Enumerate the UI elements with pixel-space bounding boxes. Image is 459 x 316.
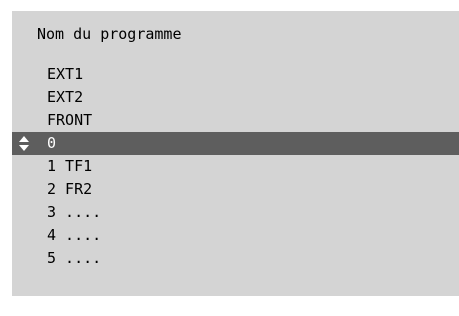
osd-menu-panel: Nom du programme EXT1 EXT2 FRONT 0 1 TF1… [12, 11, 459, 296]
program-item-label: 5 .... [47, 249, 102, 267]
program-item-label: 1 TF1 [47, 157, 93, 175]
menu-title: Nom du programme [37, 25, 182, 43]
program-item-4[interactable]: 4 .... [12, 224, 459, 247]
program-item-label: 2 FR2 [47, 180, 93, 198]
program-item-1[interactable]: 1 TF1 [12, 155, 459, 178]
program-item-2[interactable]: 2 FR2 [12, 178, 459, 201]
program-item-label: 3 .... [47, 203, 102, 221]
program-item-ext1[interactable]: EXT1 [12, 63, 459, 86]
program-item-front[interactable]: FRONT [12, 109, 459, 132]
program-item-label: 0 [47, 134, 57, 152]
program-item-3[interactable]: 3 .... [12, 201, 459, 224]
program-list: EXT1 EXT2 FRONT 0 1 TF1 2 FR2 3 .... 4 .… [12, 63, 459, 270]
program-item-label: 4 .... [47, 226, 102, 244]
program-item-label: FRONT [47, 111, 93, 129]
program-item-label: EXT1 [47, 65, 84, 83]
program-item-0-selected[interactable]: 0 [12, 132, 459, 155]
program-item-ext2[interactable]: EXT2 [12, 86, 459, 109]
program-item-5[interactable]: 5 .... [12, 247, 459, 270]
program-item-label: EXT2 [47, 88, 84, 106]
up-down-arrows-icon [19, 136, 29, 151]
